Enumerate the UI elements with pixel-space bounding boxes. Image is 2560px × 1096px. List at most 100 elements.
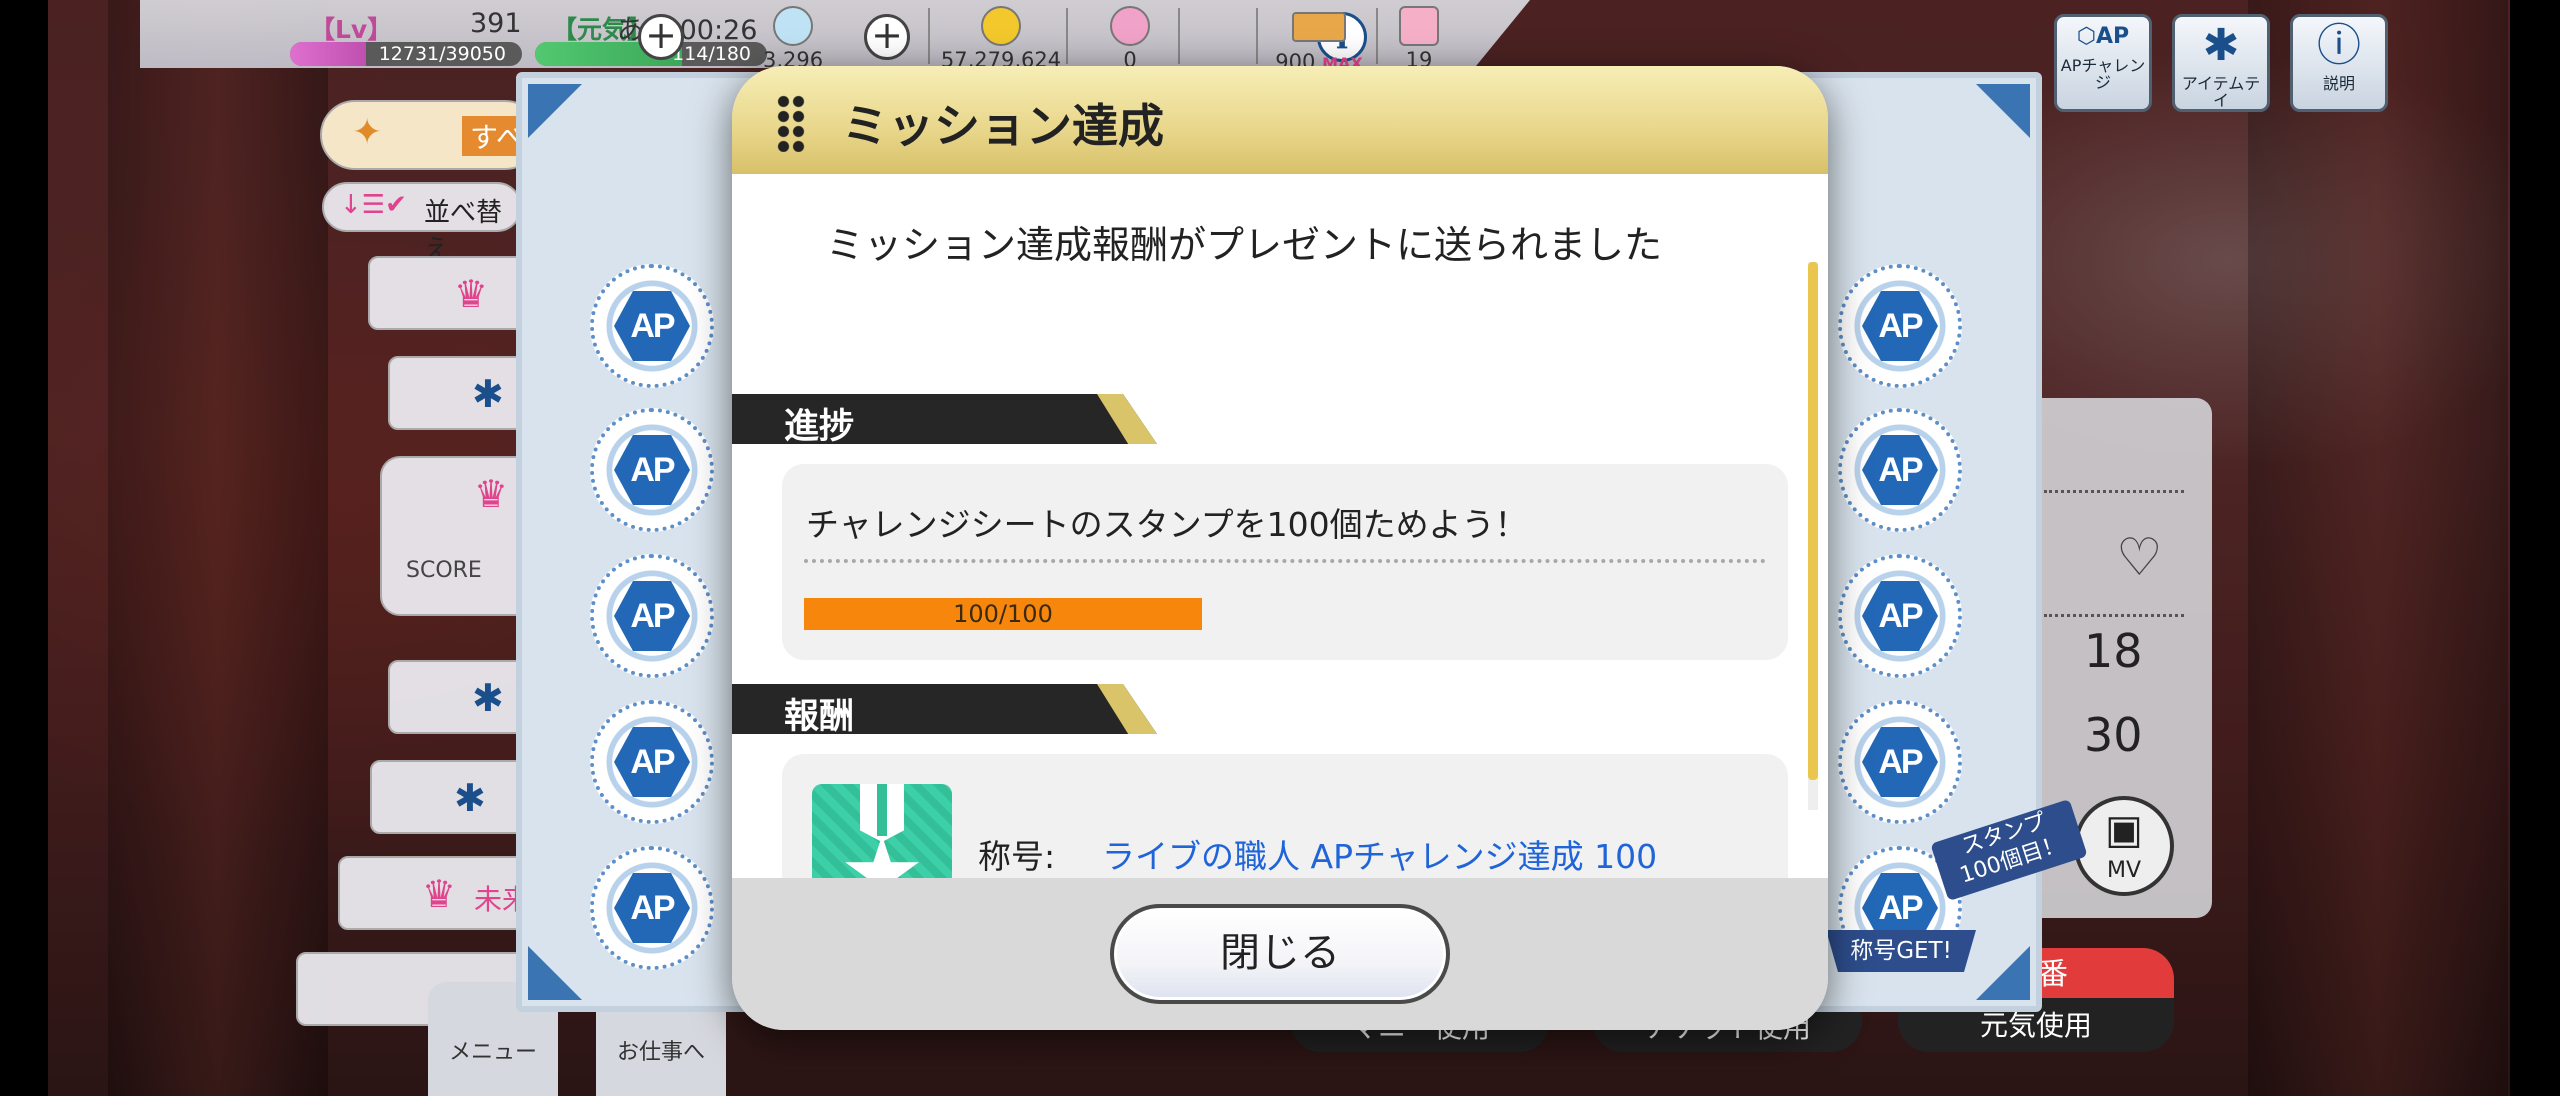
divider [2044,614,2184,617]
ap-stamp-text: AP [1878,743,1923,781]
gem-counter: 3,296 [748,6,838,68]
ap-stamp-text: AP [630,889,675,927]
header-stripe [1097,684,1157,734]
mv-button[interactable]: ▣ MV [2074,796,2174,896]
ap-hex-icon: AP [614,291,690,361]
header-stripe [1097,394,1157,444]
ap-stamp-text: AP [1878,597,1923,635]
ap-hex-icon: AP [614,435,690,505]
mission-progress-bar: 100/100 [804,598,1202,630]
divider [1376,8,1378,64]
crown-icon: ♛ [474,472,509,516]
item-button[interactable]: ✱ アイテムテイ [2172,14,2270,112]
favorite-icon[interactable]: ♡ [2116,528,2163,588]
snowflake-icon: ✱ [472,372,504,416]
level-label: 【Lv】 [310,15,393,44]
filter-button[interactable]: ✦ すべ [320,100,540,170]
dotted-divider [804,559,1766,563]
ap-hex-icon: AP [614,727,690,797]
dialog-header: ミッション達成 [732,66,1828,174]
progress-section-label: 進捗 [784,407,855,447]
ticket-counter: 19 [1394,6,1444,68]
snowflake-icon: ✱ [2202,20,2240,71]
ap-stamp: AP [590,264,714,388]
ap-challenge-button[interactable]: ⬡AP APチャレンジ [2054,14,2152,112]
ap-stamp-text: AP [630,451,675,489]
coin-counter: 57,279,624 [926,6,1076,68]
progress-section-header: 進捗 [732,394,1157,444]
stamina-text: 114/180 [672,43,751,65]
film-icon: ▣ [2105,807,2143,853]
mv-label: MV [2106,858,2142,883]
scrollbar-thumb[interactable] [1808,262,1818,780]
list-item[interactable]: ✱ [388,660,528,734]
mission-progress-text: 100/100 [953,600,1053,628]
dialog-message: ミッション達成報酬がプレゼントに送られました [826,223,1663,267]
butterfly-icon: ✦ [352,112,383,153]
mission-text: チャレンジシートのスタンプを100個ためよう！ [806,505,1528,544]
ap-stamp: AP [1838,700,1962,824]
snowflake-icon: ✱ [454,776,486,820]
sheet-corner [528,946,582,1000]
dialog-body: ミッション達成報酬がプレゼントに送られました 進捗 チャレンジシートのスタンプを… [732,174,1828,934]
ap-challenge-label: APチャレンジ [2060,56,2146,92]
level-number: 18 [2084,624,2143,678]
ap-hex-icon: AP [614,873,690,943]
sort-icon: ↓☰✔ [340,190,407,220]
ap-hex-icon: AP [614,581,690,651]
exp-text: 12731/39050 [378,43,506,65]
list-item[interactable]: ♛ 未来 [338,856,538,930]
list-item[interactable]: ✱ [370,760,540,834]
grip-icon [776,94,806,152]
music-ticket-icon [1399,6,1439,46]
list-item[interactable]: ♛ [368,256,528,330]
ap-stamp: AP [1838,408,1962,532]
ap-stamp-text: AP [1878,307,1923,345]
sort-label: 並べ替え [424,198,503,265]
ap-counter: 900 MAX [1264,6,1374,68]
pink-item-icon [1110,6,1150,46]
ap-stamp-text: AP [630,743,675,781]
exp-bar-fill [290,42,366,66]
ap-hex-icon: ⬡AP [2076,24,2130,49]
ap-stamp-text: AP [630,597,675,635]
reward-section-label: 報酬 [784,697,855,737]
close-button[interactable]: 閉じる [1110,904,1450,1004]
work-label: お仕事へ [616,1040,705,1065]
title-get-banner: 称号GET! [1826,930,1976,972]
ap-stamp-text: AP [1878,451,1923,489]
ap-stamp: AP [1838,264,1962,388]
sort-button[interactable]: ↓☰✔ 並べ替え [322,182,522,265]
score-label: SCORE [406,558,482,583]
gem-icon [773,6,813,46]
mission-progress-card: チャレンジシートのスタンプを100個ためよう！ 100/100 [782,464,1788,660]
sheet-corner [1976,946,2030,1000]
item-label: アイテムテイ [2181,74,2261,110]
pink-item-counter: 0 [1100,6,1160,68]
ap-stamp: AP [590,408,714,532]
help-label: 説明 [2322,74,2355,93]
coin-icon [981,6,1021,46]
add-stamina-button[interactable]: + [638,14,684,60]
crown-icon: ♛ [422,872,457,916]
ap-hex-icon: AP [1862,581,1938,651]
ap-hex-icon: AP [1862,727,1938,797]
divider [2044,490,2184,493]
help-button[interactable]: ⓘ 説明 [2290,14,2388,112]
ap-ticket-icon [1292,12,1346,42]
list-item[interactable]: ✱ [388,356,528,430]
divider [1256,8,1258,64]
sheet-corner [1976,84,2030,138]
ap-stamp: AP [1838,554,1962,678]
level-value: 391 [470,8,522,39]
dialog-title: ミッション達成 [842,99,1164,153]
exp-bar: 12731/39050 [290,42,522,66]
ap-hex-icon: AP [1862,291,1938,361]
ap-stamp: AP [590,554,714,678]
status-bar: 【Lv】 391 12731/39050 【元気】 あと 00:26 114/1… [140,0,1530,68]
reward-title-name: ライブの職人 APチャレンジ達成 100 [1102,837,1658,876]
divider [1178,8,1180,64]
divider [1066,8,1068,64]
crown-icon: ♛ [454,272,489,316]
add-gem-button[interactable]: + [864,14,910,60]
